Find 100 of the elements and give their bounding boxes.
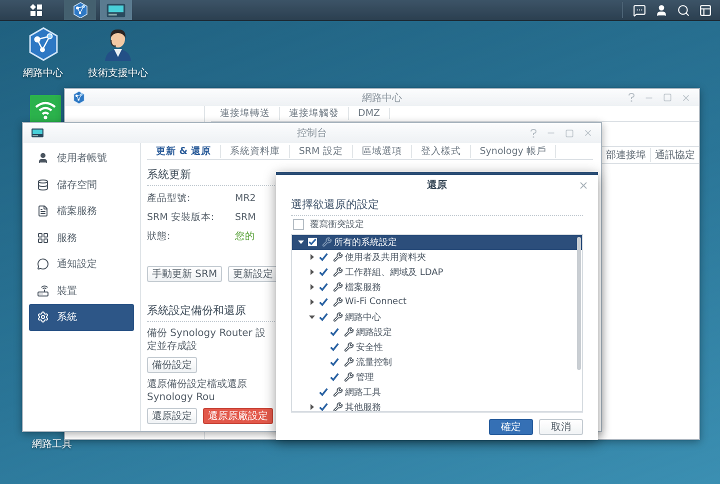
search-icon[interactable] (677, 4, 690, 16)
sidebar-item[interactable]: 裝置 (29, 278, 134, 304)
tree-item[interactable]: 檔案服務 (292, 280, 582, 295)
tree-label: 安全性 (356, 342, 383, 354)
checkbox-label: 覆寫衝突設定 (310, 218, 364, 232)
tree-item[interactable]: 使用者及共用資料夾 (292, 250, 582, 265)
checkbox[interactable] (329, 342, 340, 353)
widgets-icon[interactable] (699, 4, 712, 16)
tools-icon (344, 327, 354, 338)
checkbox[interactable] (329, 372, 340, 383)
action-button[interactable]: 手動更新 SRM (147, 266, 222, 282)
collapsed-caret-icon[interactable] (308, 284, 314, 290)
tab[interactable]: DMZ (349, 108, 390, 119)
sidebar-item[interactable]: 系統 (29, 304, 134, 330)
tab[interactable]: 登入樣式 (412, 144, 471, 158)
chat-bubble-icon (37, 258, 49, 270)
sidebar-item[interactable]: 使用者帳號 (29, 145, 134, 172)
checkbox[interactable] (318, 266, 329, 278)
checkbox[interactable] (318, 282, 329, 293)
settings-icon (37, 311, 49, 324)
window-title: 網路中心 (362, 92, 402, 104)
tree-label: 工作群組、網域及 LDAP (345, 266, 444, 279)
network-hexagon-icon (28, 27, 58, 62)
field-value: MR2 (235, 193, 256, 204)
checkbox[interactable] (307, 236, 318, 248)
tab[interactable]: 區域選項 (352, 144, 412, 158)
tools-icon (333, 252, 343, 262)
sidebar-item[interactable]: 通知設定 (29, 251, 134, 278)
tree-label: 所有的系統設定 (334, 236, 397, 249)
tools-icon (333, 402, 343, 412)
dialog-heading: 選擇欲還原的設定 (291, 194, 583, 216)
expanded-caret-icon[interactable] (308, 314, 314, 320)
restore-button[interactable]: 還原設定 (147, 408, 197, 424)
network-hexagon-icon (73, 90, 85, 104)
checkbox[interactable] (318, 252, 329, 263)
tools-icon (333, 387, 343, 398)
checkbox[interactable] (318, 386, 329, 398)
ok-button[interactable]: 確定 (489, 418, 533, 435)
tools-icon (344, 342, 354, 352)
tree-item[interactable]: 網路設定 (292, 324, 582, 340)
main-menu-icon[interactable] (30, 4, 42, 16)
checkbox[interactable] (318, 402, 329, 412)
collapsed-caret-icon[interactable] (308, 404, 314, 410)
tree-label: 網路設定 (356, 326, 392, 339)
user-icon[interactable] (655, 4, 668, 16)
tree-item[interactable]: 其他服務 (292, 400, 582, 412)
sidebar-item[interactable]: 服務 (29, 224, 134, 251)
support-person-icon (102, 27, 134, 61)
tab[interactable]: SRM 設定 (290, 144, 353, 158)
tree-item[interactable]: 網路中心 (292, 310, 582, 325)
tree-label: 管理 (356, 372, 374, 384)
tree-item[interactable]: 流量控制 (292, 354, 582, 370)
taskbar-app-button[interactable] (100, 0, 132, 20)
factory-reset-button[interactable]: 還原原廠設定 (203, 408, 273, 424)
chat-icon[interactable] (633, 4, 646, 16)
tree-label: 其他服務 (345, 402, 381, 412)
checkbox[interactable] (293, 219, 304, 230)
tools-icon (344, 357, 354, 368)
document-icon (37, 205, 49, 218)
field-label: 狀態: (147, 230, 172, 243)
tree-item[interactable]: 所有的系統設定 (292, 234, 582, 250)
scrollbar[interactable] (577, 236, 581, 370)
expanded-caret-icon[interactable] (298, 239, 304, 246)
checkbox[interactable] (329, 326, 340, 338)
tab[interactable]: Synology 帳戶 (470, 144, 556, 158)
monitor-icon (31, 128, 44, 138)
tab[interactable]: 連接埠轉送 (211, 107, 280, 120)
collapsed-caret-icon[interactable] (308, 254, 314, 260)
taskbar-app-button[interactable] (64, 0, 96, 20)
tree-item[interactable]: 安全性 (292, 340, 582, 355)
tools-icon (333, 297, 343, 308)
cancel-button[interactable]: 取消 (539, 418, 583, 435)
tree-item[interactable]: Wi-Fi Connect (292, 294, 582, 310)
description-text: 備份 Synology Router 設定並存成設 (147, 327, 267, 353)
tab[interactable]: 連接埠觸發 (280, 107, 349, 120)
tree-label: 檔案服務 (345, 281, 381, 294)
router-icon (37, 284, 49, 297)
collapsed-caret-icon[interactable] (308, 269, 314, 276)
tab[interactable]: 系統資料庫 (220, 144, 290, 158)
network-hexagon-icon (72, 2, 88, 18)
sidebar-item[interactable]: 檔案服務 (29, 198, 134, 224)
desktop-icon-label[interactable]: 技術支援中心 (88, 66, 148, 80)
user-icon (37, 152, 49, 164)
checkbox[interactable] (318, 296, 329, 308)
backup-button[interactable]: 備份設定 (147, 357, 197, 373)
sidebar-item[interactable]: 儲存空間 (29, 172, 134, 198)
tree-label: 網路中心 (345, 312, 381, 324)
action-button[interactable]: 更新設定 (228, 266, 278, 282)
tab[interactable]: 更新 & 還原 (147, 144, 221, 158)
tree-label: 使用者及共用資料夾 (345, 252, 426, 264)
field-value: SRM (235, 212, 256, 223)
checkbox[interactable] (329, 356, 340, 368)
tree-item[interactable]: 網路工具 (292, 384, 582, 400)
field-label: SRM 安裝版本: (147, 211, 216, 224)
checkbox[interactable] (318, 312, 329, 323)
column-header[interactable]: 通訊協定 (650, 148, 699, 162)
desktop-icon-label[interactable]: 網路中心 (23, 66, 63, 80)
collapsed-caret-icon[interactable] (308, 299, 314, 306)
tree-item[interactable]: 管理 (292, 370, 582, 385)
tree-item[interactable]: 工作群組、網域及 LDAP (292, 264, 582, 280)
